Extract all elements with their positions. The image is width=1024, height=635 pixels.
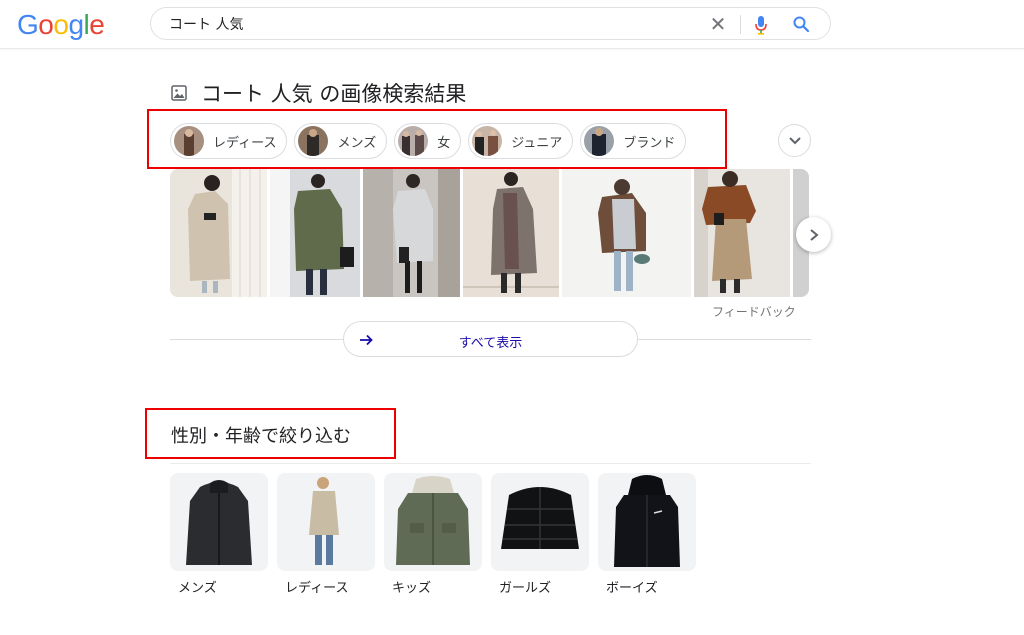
- chip-label: メンズ: [337, 135, 377, 151]
- next-images-button[interactable]: [796, 217, 831, 252]
- search-input[interactable]: [169, 14, 689, 34]
- images-section-title: コート 人気 の画像検索結果: [201, 82, 467, 106]
- filter-card-kids[interactable]: キッズ: [384, 473, 482, 596]
- close-icon[interactable]: ✕: [708, 14, 728, 34]
- show-all-button[interactable]: すべて表示: [343, 321, 638, 357]
- chevron-right-icon: [810, 229, 819, 241]
- filter-label: レディース: [285, 581, 349, 596]
- top-header: Google ✕: [0, 0, 1024, 49]
- filter-card-boys[interactable]: ボーイズ: [598, 473, 696, 596]
- image-results-row: [170, 169, 812, 297]
- chip-thumbnail: [584, 126, 615, 156]
- filter-image: [170, 473, 268, 571]
- filter-image: [491, 473, 589, 571]
- filter-card-girls[interactable]: ガールズ: [491, 473, 589, 596]
- filter-image: [277, 473, 375, 571]
- show-all-label: すべて表示: [458, 336, 523, 351]
- filter-label: ボーイズ: [606, 581, 658, 596]
- search-divider: [740, 15, 741, 34]
- google-logo[interactable]: Google: [17, 9, 105, 41]
- chip-thumbnail: [398, 126, 429, 156]
- search-icon[interactable]: [792, 15, 810, 33]
- image-result[interactable]: [270, 169, 360, 297]
- image-result[interactable]: [363, 169, 460, 297]
- chip-women[interactable]: 女: [394, 123, 462, 159]
- chip-thumbnail: [174, 126, 204, 156]
- filter-card-ladies[interactable]: レディース: [277, 473, 375, 596]
- divider-left: [170, 339, 343, 340]
- logo-letter: o: [53, 9, 69, 40]
- filter-grid: メンズ レディース キッズ ガールズ ボーイズ: [170, 473, 705, 596]
- chip-thumbnail: [298, 126, 329, 156]
- search-box: ✕: [150, 7, 831, 40]
- filter-image: [384, 473, 482, 571]
- chip-ladies[interactable]: レディース: [170, 123, 288, 159]
- image-result[interactable]: [463, 169, 559, 297]
- expand-chips-button[interactable]: [778, 124, 811, 157]
- chip-label: レディース: [213, 135, 277, 151]
- chip-label: 女: [437, 135, 451, 151]
- chip-junior[interactable]: ジュニア: [468, 123, 574, 159]
- filter-card-mens[interactable]: メンズ: [170, 473, 268, 596]
- mic-icon[interactable]: [753, 14, 769, 36]
- filter-image: [598, 473, 696, 571]
- logo-letter: g: [68, 9, 84, 40]
- filter-section-title: 性別・年齢で絞り込む: [171, 426, 351, 447]
- logo-letter: e: [89, 9, 105, 40]
- chip-thumbnail: [472, 126, 503, 156]
- filter-divider: [170, 463, 811, 464]
- filter-label: ガールズ: [499, 581, 552, 596]
- divider-right: [638, 339, 811, 340]
- feedback-link[interactable]: フィードバック: [712, 303, 796, 320]
- images-section-header: コート 人気 の画像検索結果: [171, 80, 466, 106]
- logo-letter: G: [17, 9, 39, 40]
- chip-brand[interactable]: ブランド: [580, 123, 687, 159]
- chip-mens[interactable]: メンズ: [294, 123, 388, 159]
- refinement-chips: レディース メンズ 女 ジュニア ブランド: [170, 123, 693, 159]
- image-result[interactable]: [562, 169, 691, 297]
- image-result[interactable]: [694, 169, 790, 297]
- image-result[interactable]: [170, 169, 267, 297]
- filter-label: キッズ: [392, 581, 432, 596]
- chevron-down-icon: [789, 137, 801, 145]
- chip-label: ブランド: [623, 135, 676, 151]
- image-icon: [171, 85, 187, 101]
- filter-label: メンズ: [178, 581, 217, 596]
- chip-label: ジュニア: [511, 135, 563, 151]
- logo-letter: o: [38, 9, 54, 40]
